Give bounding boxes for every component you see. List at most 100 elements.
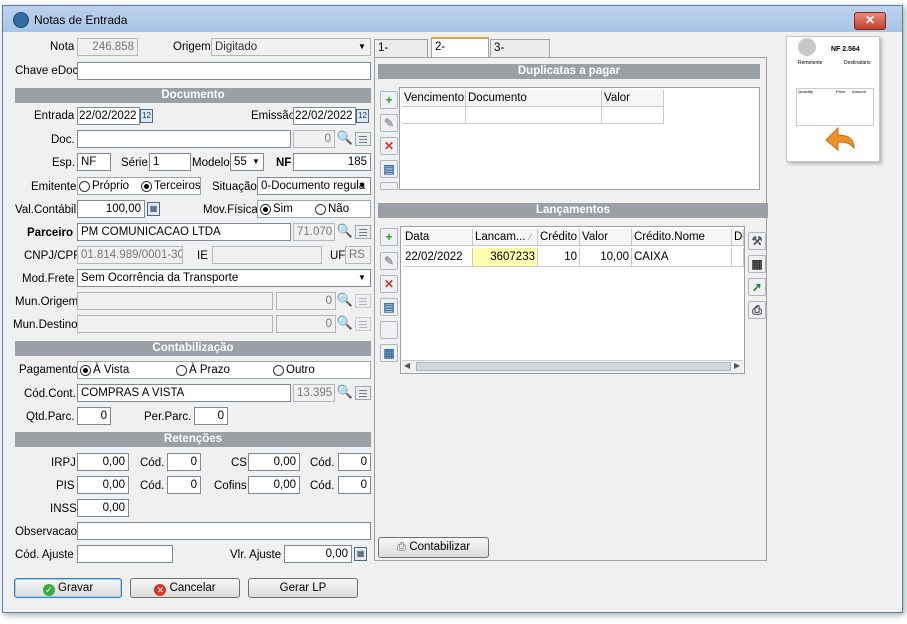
cs-input[interactable]: 0,00: [248, 453, 300, 471]
valcontabil-label: Val.Contábil: [15, 204, 77, 216]
duplicatas-add-icon[interactable]: +: [380, 91, 398, 109]
cofins-input[interactable]: 0,00: [248, 476, 300, 494]
emissao-calendar-icon[interactable]: 12: [356, 109, 369, 123]
scroll-left-icon[interactable]: ◀: [404, 361, 410, 370]
doc-input[interactable]: [77, 130, 291, 148]
movfisica-sim-radio[interactable]: [260, 204, 271, 215]
cofins-cod-input[interactable]: 0: [338, 476, 371, 494]
modfrete-select[interactable]: Sem Ocorrência da Transporte: [77, 269, 371, 287]
doc-list-icon[interactable]: [355, 132, 371, 146]
lancamentos-edit-icon[interactable]: ✎: [380, 252, 398, 270]
lanc-row-credito[interactable]: 10: [538, 248, 580, 267]
lanc-row-debito[interactable]: [732, 248, 744, 267]
lancamentos-export-icon[interactable]: ➚: [748, 278, 766, 296]
situacao-dropdown-icon[interactable]: ▼: [358, 181, 366, 190]
serie-input[interactable]: 1: [149, 153, 191, 171]
qtdparc-input[interactable]: 0: [77, 407, 111, 425]
col-vencimento[interactable]: Vencimento: [402, 90, 466, 107]
irpj-cod-input[interactable]: 0: [167, 453, 201, 471]
lancamentos-tool-icon[interactable]: ⚒: [748, 232, 766, 250]
contabilizar-button[interactable]: ⎙ Contabilizar: [378, 537, 489, 558]
lancamentos-delete-icon[interactable]: ✕: [380, 275, 398, 293]
lanc-row-credito-nome[interactable]: CAIXA: [632, 248, 732, 267]
col-data[interactable]: Data: [403, 229, 473, 246]
vlrajuste-input[interactable]: 0,00: [284, 545, 352, 563]
col-credito[interactable]: Crédito: [538, 229, 580, 246]
movfisica-nao-radio[interactable]: [315, 204, 326, 215]
lancamentos-blank-button[interactable]: [380, 321, 398, 339]
pagamento-avista-radio[interactable]: [80, 365, 91, 376]
codcont-search-icon[interactable]: 🔍: [336, 384, 354, 402]
col-lancamento[interactable]: Lancam... ⁄: [473, 229, 538, 246]
pagamento-aprazo-radio[interactable]: [176, 365, 187, 376]
close-button[interactable]: ✕: [854, 12, 886, 30]
codcont-input[interactable]: COMPRAS A VISTA: [77, 384, 291, 402]
cs-cod-input[interactable]: 0: [338, 453, 371, 471]
emissao-date-input[interactable]: 22/02/2022: [293, 107, 356, 125]
col-valor[interactable]: Valor: [602, 90, 664, 107]
pis-cod-input[interactable]: 0: [167, 476, 201, 494]
duplicatas-edit-icon[interactable]: ✎: [380, 114, 398, 132]
munorigem-label: Mun.Origem: [15, 296, 79, 308]
emitente-label: Emitente: [31, 181, 77, 193]
lancamentos-print-icon[interactable]: ⎙: [748, 301, 766, 319]
duplicatas-delete-icon[interactable]: ✕: [380, 137, 398, 155]
parceiro-input[interactable]: PM COMUNICACAO LTDA: [77, 223, 291, 241]
gerar-lp-button[interactable]: Gerar LP: [248, 578, 358, 598]
calculator-icon[interactable]: ▦: [147, 202, 160, 216]
nf-number-input[interactable]: 185: [293, 153, 371, 171]
valcontabil-input[interactable]: 100,00: [77, 200, 145, 218]
scroll-right-icon[interactable]: ▶: [734, 361, 740, 370]
lanc-row-lancamento[interactable]: 3607233: [473, 248, 538, 267]
duplicatas-empty-cell[interactable]: [466, 107, 602, 124]
lanc-row-data[interactable]: 22/02/2022: [403, 248, 473, 267]
duplicatas-more-icon[interactable]: [380, 182, 398, 190]
col-valor-lanc[interactable]: Valor: [580, 229, 632, 246]
lancamentos-grid[interactable]: Data Lancam... ⁄ Crédito Valor Crédito.No…: [400, 226, 745, 374]
observacao-input[interactable]: [77, 522, 371, 540]
entrada-date-input[interactable]: 22/02/2022: [77, 107, 140, 125]
lancamentos-grid-icon[interactable]: ▦: [748, 255, 766, 273]
parceiro-list-icon[interactable]: [355, 225, 371, 239]
situacao-select[interactable]: 0-Documento regula: [257, 177, 371, 195]
chave-edoc-input[interactable]: [77, 62, 371, 80]
parceiro-search-icon[interactable]: 🔍: [336, 223, 354, 241]
duplicatas-grid[interactable]: Vencimento Documento Valor: [399, 87, 760, 190]
vlrajuste-calculator-icon[interactable]: ▦: [354, 547, 367, 561]
codcont-list-icon[interactable]: [355, 386, 371, 400]
irpj-input[interactable]: 0,00: [77, 453, 129, 471]
lanc-row-valor[interactable]: 10,00: [580, 248, 632, 267]
tab-tributos[interactable]: 1-Tributos: [374, 39, 428, 70]
origem-select[interactable]: Digitado: [211, 38, 371, 56]
horizontal-scrollbar[interactable]: ◀ ▶: [402, 360, 743, 373]
duplicatas-empty-cell[interactable]: [602, 107, 664, 124]
modelo-dropdown-icon[interactable]: ▼: [252, 157, 260, 166]
entrada-calendar-icon[interactable]: 12: [140, 109, 153, 123]
modfrete-dropdown-icon[interactable]: ▼: [358, 273, 366, 282]
lancamentos-split-icon[interactable]: ▤: [380, 298, 398, 316]
nf-amount: Amount: [852, 89, 866, 94]
col-debito[interactable]: Dé: [732, 229, 744, 246]
duplicatas-split-icon[interactable]: ▤: [380, 160, 398, 178]
perparc-input[interactable]: 0: [194, 407, 228, 425]
esp-input[interactable]: NF: [77, 153, 111, 171]
duplicatas-empty-cell[interactable]: [402, 107, 466, 124]
lancamentos-report-icon[interactable]: ▦: [380, 344, 398, 362]
col-documento[interactable]: Documento: [466, 90, 602, 107]
pis-input[interactable]: 0,00: [77, 476, 129, 494]
pagamento-outro-radio[interactable]: [273, 365, 284, 376]
cancelar-button[interactable]: ✕ Cancelar: [130, 578, 240, 598]
codajuste-input[interactable]: [77, 545, 173, 563]
doc-search-icon[interactable]: 🔍: [336, 130, 354, 148]
tab-produtos[interactable]: 3-Produtos: [490, 39, 550, 70]
gravar-button[interactable]: ✓ Gravar: [14, 578, 122, 598]
tab-contabil[interactable]: 2-Contábil: [431, 37, 489, 69]
emitente-terceiros-radio[interactable]: [141, 181, 152, 192]
lancamentos-add-icon[interactable]: +: [380, 228, 398, 246]
origem-dropdown-icon[interactable]: ▼: [358, 42, 366, 51]
scrollbar-thumb[interactable]: [416, 362, 731, 371]
inss-input[interactable]: 0,00: [77, 499, 129, 517]
contabilizacao-section-header: Contabilização: [15, 341, 371, 356]
emitente-proprio-radio[interactable]: [79, 181, 90, 192]
col-credito-nome[interactable]: Crédito.Nome: [632, 229, 732, 246]
